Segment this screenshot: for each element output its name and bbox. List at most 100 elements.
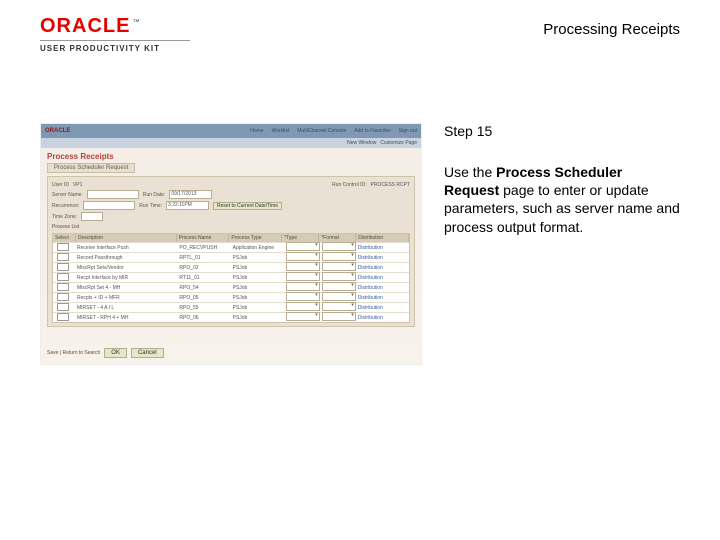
- ss-userid-label: User ID: [52, 182, 69, 188]
- ss-row-format-select: [322, 262, 356, 271]
- ss-save-hint: Save | Return to Search: [47, 350, 100, 356]
- ss-row-dist: Distribution: [356, 295, 409, 301]
- ss-row-name: RPO_05: [177, 295, 230, 301]
- ss-row-format-select: [322, 252, 356, 261]
- step-instruction: Use the Process Scheduler Request page t…: [444, 163, 680, 236]
- ss-runtime-label: Run Time:: [139, 203, 162, 209]
- ss-runctl-label: Run Control ID:: [332, 182, 366, 188]
- ss-row-format-select: [322, 292, 356, 301]
- ss-page-heading: Process Receipts: [41, 148, 421, 163]
- ss-row-checkbox: [57, 293, 69, 301]
- ss-recur-label: Recurrence:: [52, 203, 79, 209]
- ss-row-checkbox: [57, 313, 69, 321]
- logo-subtitle: USER PRODUCTIVITY KIT: [40, 44, 190, 53]
- ss-row-ptype: PSJob: [231, 275, 284, 281]
- ss-row-ptype: PSJob: [231, 295, 284, 301]
- ss-sub-customize: Customize Page: [380, 140, 417, 146]
- ss-row-type-select: [286, 282, 320, 291]
- ss-rundate-label: Run Date:: [143, 192, 166, 198]
- ss-row-desc: Receive Interface Push: [75, 245, 177, 251]
- step-label: Step 15: [444, 123, 680, 139]
- ss-logo: ORACLE: [45, 128, 70, 134]
- ss-row-desc: Recpts + ID + MFR: [75, 295, 177, 301]
- ss-table-row: Record PassthroughRPTL_01PSJobDistributi…: [53, 252, 409, 262]
- ss-row-dist: Distribution: [356, 305, 409, 311]
- ss-row-checkbox: [57, 273, 69, 281]
- ss-row-checkbox: [57, 283, 69, 291]
- ss-row-type-select: [286, 272, 320, 281]
- oracle-upk-logo: ORACLE ™ USER PRODUCTIVITY KIT: [40, 15, 190, 53]
- ss-server-field: [87, 190, 139, 199]
- ss-row-ptype: PSJob: [231, 285, 284, 291]
- ss-runctl-value: PROCESS RCPT: [371, 182, 410, 188]
- ss-nav-fav: Add to Favorites: [354, 128, 390, 134]
- ss-table-row: Receive Interface PushPO_RECVPUSHApplica…: [53, 242, 409, 252]
- logo-trademark: ™: [132, 19, 139, 26]
- ss-row-dist: Distribution: [356, 275, 409, 281]
- ss-row-type-select: [286, 252, 320, 261]
- ss-nav-worklist: Worklist: [272, 128, 290, 134]
- ss-panel: User ID VP1 Run Control ID: PROCESS RCPT…: [47, 176, 415, 327]
- ss-table-row: MIRSET - 4 A I LRPO_55PSJob Distribution: [53, 302, 409, 312]
- ss-row-dist: Distribution: [356, 255, 409, 261]
- ss-row-desc: MiscRpt Sets/Vendor: [75, 265, 177, 271]
- ss-row-name: PO_RECVPUSH: [177, 245, 230, 251]
- ss-row-desc: MIRSET - 4 A I L: [75, 305, 177, 311]
- ss-row-format-select: [322, 312, 356, 321]
- ss-cancel-button: Cancel: [131, 348, 164, 358]
- ss-row-format-select: [322, 242, 356, 251]
- ss-row-type-select: [286, 302, 320, 311]
- ss-sub-newwindow: New Window: [347, 140, 376, 146]
- ss-row-format-select: [322, 282, 356, 291]
- ss-row-name: RPO_06: [177, 315, 230, 321]
- logo-divider: [40, 40, 190, 41]
- ss-nav: Home Worklist MultiChannel Console Add t…: [250, 128, 417, 134]
- ss-row-name: RPO_55: [177, 305, 230, 311]
- ss-nav-mcc: MultiChannel Console: [297, 128, 346, 134]
- ss-tab-label: Process Scheduler Request: [47, 163, 135, 173]
- ss-row-desc: Recpt Interface by MIR: [75, 275, 177, 281]
- ss-processlist-label: Process List: [52, 224, 410, 230]
- ss-table-row: Recpts + ID + MFRRPO_05PSJob Distribution: [53, 292, 409, 302]
- ss-row-ptype: PSJob: [231, 265, 284, 271]
- ss-row-ptype: Application Engine: [231, 245, 284, 251]
- ss-row-name: RPO_54: [177, 285, 230, 291]
- ss-row-name: RPTL_01: [177, 255, 230, 261]
- ss-row-ptype: PSJob: [231, 305, 284, 311]
- ss-row-checkbox: [57, 303, 69, 311]
- ss-nav-home: Home: [250, 128, 263, 134]
- ss-tz-label: Time Zone:: [52, 214, 77, 220]
- ss-ok-button: OK: [104, 348, 127, 358]
- instr-before: Use the: [444, 164, 496, 180]
- ss-table-row: MIRSET - RPH 4 + MHRPO_06PSJob Distributi…: [53, 312, 409, 322]
- ss-table-row: MiscRpt Set 4 - MHRPO_54PSJob Distributio…: [53, 282, 409, 292]
- ss-reset-button: Reset to Current Date/Time: [213, 202, 282, 210]
- ss-recur-field: [83, 201, 135, 210]
- ss-rundate-field: 09/17/2013: [169, 190, 212, 199]
- ss-row-desc: MiscRpt Set 4 - MH: [75, 285, 177, 291]
- ss-row-name: RPO_02: [177, 265, 230, 271]
- ss-row-type-select: [286, 262, 320, 271]
- ss-row-checkbox: [57, 263, 69, 271]
- embedded-screenshot: ORACLE Home Worklist MultiChannel Consol…: [40, 123, 422, 365]
- ss-runtime-field: 3:22:11PM: [166, 201, 209, 210]
- ss-row-desc: MIRSET - RPH 4 + MH: [75, 315, 177, 321]
- ss-server-label: Server Name:: [52, 192, 83, 198]
- ss-row-checkbox: [57, 253, 69, 261]
- ss-row-dist: Distribution: [356, 315, 409, 321]
- ss-row-ptype: PSJob: [231, 255, 284, 261]
- ss-tz-field: [81, 212, 103, 221]
- ss-nav-signout: Sign out: [399, 128, 417, 134]
- ss-row-type-select: [286, 242, 320, 251]
- page-title: Processing Receipts: [543, 15, 680, 38]
- ss-table-row: MiscRpt Sets/VendorRPO_02PSJob Distributi…: [53, 262, 409, 272]
- ss-row-ptype: PSJob: [231, 315, 284, 321]
- logo-word: ORACLE: [40, 15, 130, 38]
- ss-row-dist: Distribution: [356, 285, 409, 291]
- ss-row-name: RT11_01: [177, 275, 230, 281]
- ss-row-dist: Distribution: [356, 245, 409, 251]
- ss-row-format-select: [322, 272, 356, 281]
- ss-row-checkbox: [57, 243, 69, 251]
- ss-row-dist: Distribution: [356, 265, 409, 271]
- ss-row-type-select: [286, 292, 320, 301]
